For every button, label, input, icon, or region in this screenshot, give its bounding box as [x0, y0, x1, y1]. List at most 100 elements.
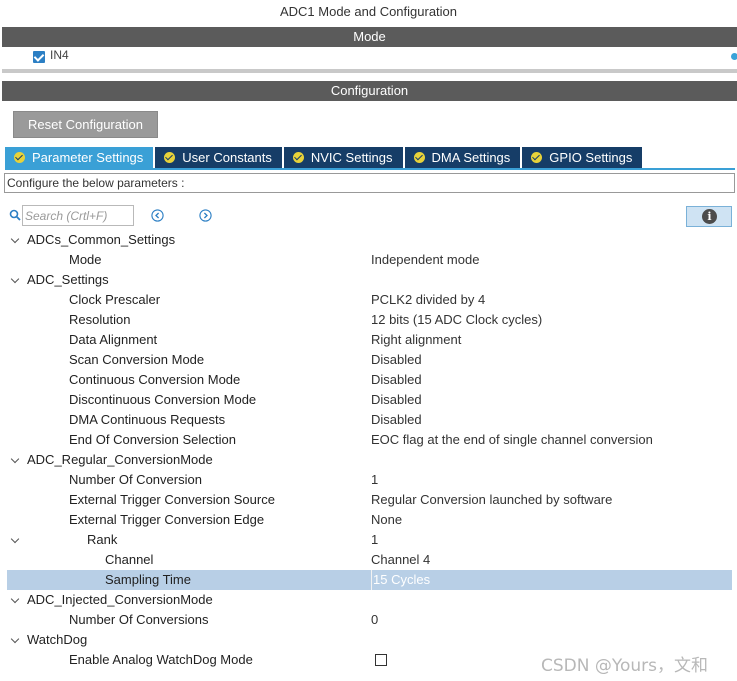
group-label: ADCs_Common_Settings — [27, 232, 176, 247]
tab-label: NVIC Settings — [310, 150, 393, 165]
mode-section-header: Mode — [2, 27, 737, 47]
param-row[interactable]: Number Of Conversions 0 — [0, 610, 737, 630]
param-value[interactable]: None — [371, 510, 402, 530]
group-label: ADC_Regular_ConversionMode — [27, 452, 213, 467]
watermark: CSDN @Yours，文和 — [541, 656, 709, 676]
param-label: Channel — [105, 552, 154, 567]
param-row[interactable]: Mode Independent mode — [0, 250, 737, 270]
param-value[interactable]: EOC flag at the end of single channel co… — [371, 430, 653, 450]
configuration-description: Configure the below parameters : — [4, 173, 735, 193]
param-label: Scan Conversion Mode — [69, 352, 205, 367]
tab-label: DMA Settings — [431, 150, 511, 165]
tab-dma-settings[interactable]: DMA Settings — [404, 147, 521, 168]
chevron-down-icon[interactable] — [9, 230, 21, 250]
param-value[interactable]: PCLK2 divided by 4 — [371, 290, 485, 310]
param-label: Number Of Conversions — [69, 612, 209, 627]
check-circle-icon — [413, 152, 425, 163]
param-row[interactable]: External Trigger Conversion Edge None — [0, 510, 737, 530]
param-label: End Of Conversion Selection — [69, 432, 236, 447]
param-row[interactable]: Clock Prescaler PCLK2 divided by 4 — [0, 290, 737, 310]
param-label: External Trigger Conversion Edge — [69, 512, 265, 527]
param-value[interactable]: 15 Cycles — [371, 570, 430, 590]
configuration-section-header: Configuration — [2, 81, 737, 101]
param-value[interactable]: Disabled — [371, 350, 422, 370]
group-label: ADC_Injected_ConversionMode — [27, 592, 213, 607]
param-value[interactable]: Regular Conversion launched by software — [371, 490, 612, 510]
check-circle-icon — [164, 152, 176, 163]
info-icon: i — [702, 209, 717, 224]
check-circle-icon — [14, 152, 25, 163]
param-row[interactable]: End Of Conversion Selection EOC flag at … — [0, 430, 737, 450]
param-label: External Trigger Conversion Source — [69, 492, 275, 507]
tab-label: GPIO Settings — [549, 150, 633, 165]
param-value[interactable]: Disabled — [371, 390, 422, 410]
group-label: WatchDog — [27, 632, 88, 647]
group-adcs-common-settings[interactable]: ADCs_Common_Settings — [0, 230, 737, 250]
chevron-down-icon[interactable] — [9, 270, 21, 290]
analog-watchdog-checkbox[interactable] — [375, 654, 387, 666]
parameter-tree: ADCs_Common_Settings Mode Independent mo… — [0, 230, 737, 670]
in4-checkbox[interactable] — [33, 51, 45, 63]
chevron-down-icon[interactable] — [9, 630, 21, 650]
check-circle-icon — [531, 152, 543, 163]
chevron-down-icon[interactable] — [9, 590, 21, 610]
param-row[interactable]: DMA Continuous Requests Disabled — [0, 410, 737, 430]
param-row[interactable]: Discontinuous Conversion Mode Disabled — [0, 390, 737, 410]
param-label: Resolution — [69, 312, 131, 327]
param-label: Enable Analog WatchDog Mode — [69, 652, 253, 667]
search-input[interactable] — [22, 205, 134, 226]
reset-configuration-button[interactable]: Reset Configuration — [13, 111, 158, 138]
param-value[interactable]: Right alignment — [371, 330, 461, 350]
param-value[interactable]: 1 — [371, 470, 378, 490]
tab-gpio-settings[interactable]: GPIO Settings — [522, 147, 643, 168]
scroll-indicator-dot — [731, 53, 737, 60]
rank-row[interactable]: Rank 1 — [0, 530, 737, 550]
param-value[interactable]: 0 — [371, 610, 378, 630]
window-title: ADC1 Mode and Configuration — [279, 4, 458, 19]
param-value[interactable]: 12 bits (15 ADC Clock cycles) — [371, 310, 542, 330]
group-adc-injected-conversion-mode[interactable]: ADC_Injected_ConversionMode — [0, 590, 737, 610]
group-adc-regular-conversion-mode[interactable]: ADC_Regular_ConversionMode — [0, 450, 737, 470]
in4-label: IN4 — [50, 48, 69, 62]
param-row[interactable]: Scan Conversion Mode Disabled — [0, 350, 737, 370]
param-row[interactable]: Continuous Conversion Mode Disabled — [0, 370, 737, 390]
param-row[interactable]: External Trigger Conversion Source Regul… — [0, 490, 737, 510]
param-label: Discontinuous Conversion Mode — [69, 392, 257, 407]
param-value[interactable]: Channel 4 — [371, 550, 430, 570]
param-row[interactable]: Number Of Conversion 1 — [0, 470, 737, 490]
param-value[interactable]: Independent mode — [371, 250, 479, 270]
arrow-right-circle-icon[interactable] — [199, 209, 212, 222]
rank-value[interactable]: 1 — [371, 530, 378, 550]
param-value[interactable]: Disabled — [371, 370, 422, 390]
param-label: Data Alignment — [69, 332, 158, 347]
group-watchdog[interactable]: WatchDog — [0, 630, 737, 650]
rank-label: Rank — [87, 532, 118, 547]
tab-label: User Constants — [182, 150, 272, 165]
search-icon[interactable] — [9, 209, 21, 221]
param-label: Number Of Conversion — [69, 472, 202, 487]
chevron-down-icon[interactable] — [9, 530, 21, 550]
arrow-left-circle-icon[interactable] — [151, 209, 164, 222]
param-label: Sampling Time — [105, 572, 191, 587]
chevron-down-icon[interactable] — [9, 450, 21, 470]
mode-panel: IN4 — [2, 47, 737, 73]
param-row[interactable]: Channel Channel 4 — [0, 550, 737, 570]
param-label: Mode — [69, 252, 102, 267]
tab-label: Parameter Settings — [32, 150, 144, 165]
group-label: ADC_Settings — [27, 272, 109, 287]
tab-user-constants[interactable]: User Constants — [155, 147, 282, 168]
param-label: Clock Prescaler — [69, 292, 161, 307]
param-row[interactable]: Data Alignment Right alignment — [0, 330, 737, 350]
param-label: DMA Continuous Requests — [69, 412, 226, 427]
info-button[interactable]: i — [686, 206, 732, 227]
param-row[interactable]: Resolution 12 bits (15 ADC Clock cycles) — [0, 310, 737, 330]
settings-tab-bar: Parameter Settings User Constants NVIC S… — [5, 147, 644, 168]
tab-parameter-settings[interactable]: Parameter Settings — [5, 147, 154, 168]
tab-underline — [5, 168, 735, 170]
tab-nvic-settings[interactable]: NVIC Settings — [283, 147, 403, 168]
group-adc-settings[interactable]: ADC_Settings — [0, 270, 737, 290]
param-value[interactable]: Disabled — [371, 410, 422, 430]
check-circle-icon — [292, 152, 304, 163]
param-label: Continuous Conversion Mode — [69, 372, 241, 387]
param-row-selected[interactable]: Sampling Time 15 Cycles — [7, 570, 732, 590]
